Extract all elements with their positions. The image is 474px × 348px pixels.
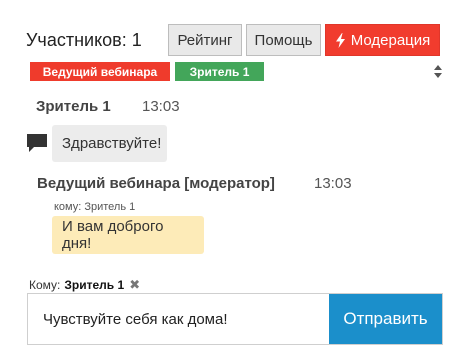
message-recipient: кому: Зритель 1 (54, 201, 136, 213)
recipient-name: Зритель 1 (64, 278, 125, 292)
close-icon[interactable]: ✖ (129, 277, 140, 293)
recipient-label: Кому: (29, 278, 61, 292)
moderation-button[interactable]: Модерация (325, 24, 440, 56)
host-tag[interactable]: Ведущий вебинара (30, 62, 170, 81)
participants-count: Участников: 1 (26, 30, 142, 50)
moderation-button-label: Модерация (350, 31, 431, 49)
help-button[interactable]: Помощь (246, 24, 321, 56)
message-author: Зритель 1 (36, 98, 111, 115)
lightning-icon (335, 32, 346, 48)
recipient-line: Кому: Зритель 1 ✖ (29, 277, 140, 293)
chat-bubble-icon (27, 134, 47, 157)
composer: Отправить (27, 293, 443, 345)
scroll-down-arrow[interactable] (434, 73, 442, 78)
message-bubble: Здравствуйте! (52, 125, 167, 162)
scroll-up-arrow[interactable] (434, 65, 442, 70)
message-input[interactable] (28, 294, 329, 344)
message-time: 13:03 (314, 175, 352, 192)
message-author: Ведущий вебинара [модератор] (37, 175, 275, 192)
rating-button[interactable]: Рейтинг (168, 24, 242, 56)
send-button[interactable]: Отправить (329, 294, 442, 344)
message-bubble: И вам доброго дня! (52, 216, 204, 254)
message-time: 13:03 (142, 98, 180, 115)
viewer-tag[interactable]: Зритель 1 (175, 62, 264, 81)
